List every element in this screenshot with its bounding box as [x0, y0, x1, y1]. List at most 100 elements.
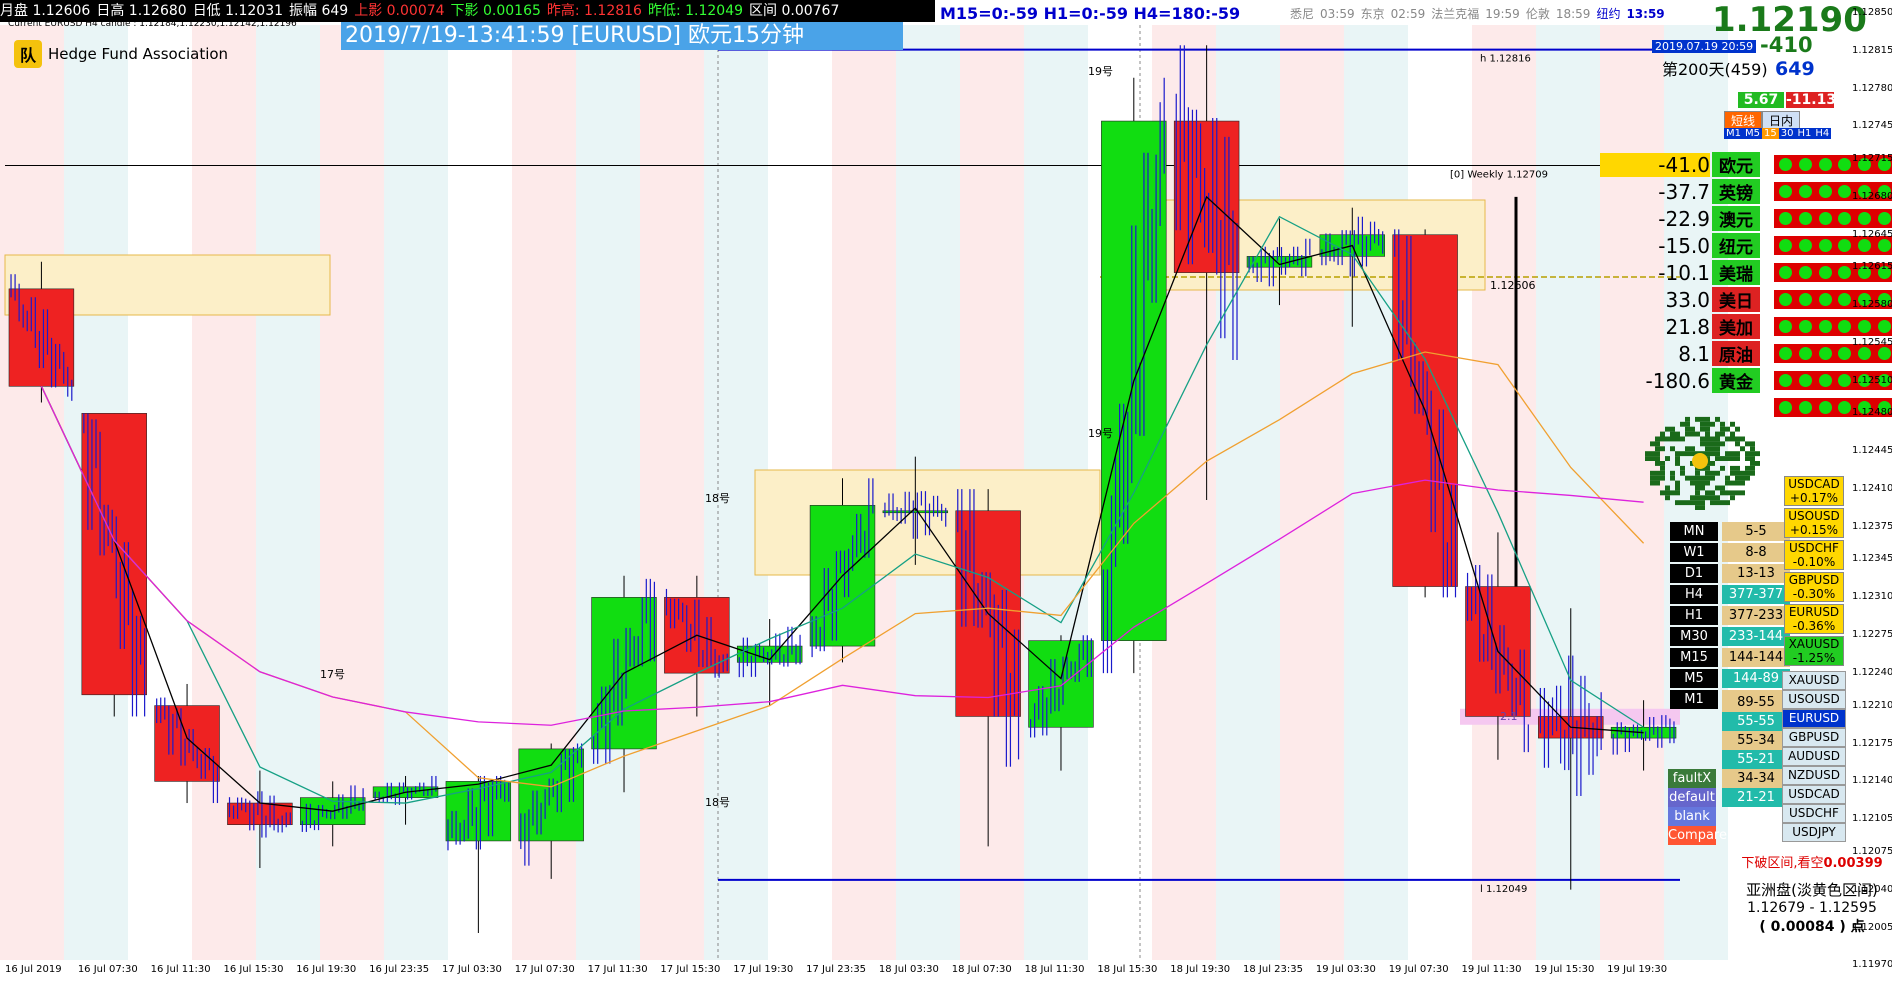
pair-item-audusd[interactable]: AUDUSD [1782, 747, 1846, 766]
price-tick-label: 1.12175 [1852, 737, 1892, 749]
tool-button-compare[interactable]: Compare [1668, 826, 1727, 845]
qr-module [1675, 456, 1680, 461]
tf-button-m5[interactable]: M5 [1743, 128, 1762, 139]
qr-module [1650, 475, 1655, 481]
qr-module [1645, 451, 1650, 457]
qr-module [1655, 475, 1660, 481]
qr-module [1705, 465, 1710, 471]
qr-module [1710, 490, 1715, 496]
qr-module [1675, 451, 1680, 457]
qr-module [1670, 426, 1675, 432]
qr-module [1730, 480, 1735, 486]
qr-module [1685, 431, 1690, 437]
pair-item-eurusd[interactable]: EURUSD [1782, 709, 1846, 728]
qr-module [1695, 505, 1700, 510]
qr-module [1730, 436, 1735, 442]
price-tick-label: 1.12645 [1852, 228, 1892, 240]
tf-label-m15[interactable]: M15 [1670, 648, 1718, 667]
pair-item-usousd[interactable]: USOUSD [1782, 690, 1846, 709]
pair-change-box[interactable]: GBPUSD -0.30% [1784, 572, 1844, 602]
qr-module [1705, 490, 1710, 496]
timeframe-buttons: M1 M5 15 30 H1 H4 [1724, 128, 1832, 139]
pair-change-box[interactable]: USDCAD +0.17% [1784, 476, 1844, 506]
pair-item-gbpusd[interactable]: GBPUSD [1782, 728, 1846, 747]
pair-change-box[interactable]: USDCHF -0.10% [1784, 540, 1844, 570]
qr-module [1670, 436, 1675, 442]
session-clocks: 悉尼 03:59 东京 02:59 法兰克福 19:59 伦敦 18:59 纽约 13:59 [1290, 5, 1671, 22]
strength-name: 澳元 [1712, 206, 1760, 231]
tf-button-30[interactable]: 30 [1778, 128, 1796, 139]
qr-module [1700, 426, 1705, 432]
tool-button-faultx[interactable]: faultX [1668, 769, 1716, 788]
tf-label-m30[interactable]: M30 [1670, 627, 1718, 646]
time-tick-label: 16 Jul 19:30 [296, 964, 357, 975]
weekly-level-label: [0] Weekly 1.12709 [1450, 169, 1548, 180]
pair-item-xauusd[interactable]: XAUUSD [1782, 671, 1846, 690]
session-city: 法兰克福 [1431, 7, 1480, 21]
qr-module [1690, 426, 1695, 432]
pair-name: USOUSD [1788, 509, 1840, 523]
session-time: 19:59 [1485, 7, 1520, 21]
tf-button-15[interactable]: 15 [1762, 128, 1779, 139]
signal-dot [1798, 239, 1812, 252]
qr-code [1645, 416, 1760, 510]
qr-module [1730, 490, 1735, 496]
qr-module [1650, 441, 1655, 447]
qr-module [1735, 480, 1740, 486]
qr-module [1695, 431, 1700, 437]
pair-item-usdchf[interactable]: USDCHF [1782, 804, 1846, 823]
qr-module [1660, 436, 1665, 442]
pair-item-usdjpy[interactable]: USDJPY [1782, 823, 1846, 842]
daily-stat: 日低 1.12031 [192, 3, 284, 19]
pair-change: +0.15% [1789, 523, 1839, 537]
price-tick-label: 1.12375 [1852, 521, 1892, 532]
signal-dot [1838, 185, 1852, 198]
qr-module [1735, 436, 1740, 442]
pair-change-box[interactable]: EURUSD -0.36% [1784, 604, 1844, 634]
time-tick-label: 19 Jul 11:30 [1461, 964, 1522, 975]
signal-dot [1779, 374, 1793, 387]
price-chart[interactable]: h 1.12816 l 1.12049 [0] Weekly 1.12709 1.12… [0, 0, 1850, 960]
time-tick-label: 16 Jul 11:30 [150, 964, 211, 975]
price-change: -410 [1760, 33, 1813, 57]
pair-change-box[interactable]: XAUUSD -1.25% [1784, 636, 1844, 666]
signal-dot [1798, 212, 1812, 225]
qr-module [1665, 426, 1670, 432]
qr-module [1700, 475, 1705, 481]
tf-label-d1[interactable]: D1 [1670, 564, 1718, 583]
qr-module [1715, 416, 1720, 422]
strength-row: -180.6 黄金 [1600, 368, 1892, 393]
tf-level-value: 377-377 [1722, 585, 1790, 604]
tf-label-m5[interactable]: M5 [1670, 669, 1718, 688]
pair-item-usdcad[interactable]: USDCAD [1782, 785, 1846, 804]
qr-module [1740, 475, 1745, 481]
tf-button-h4[interactable]: H4 [1813, 128, 1832, 139]
pair-change-box[interactable]: USOUSD +0.15% [1784, 508, 1844, 538]
qr-module [1660, 446, 1665, 452]
strength-value: 21.8 [1665, 314, 1710, 339]
tf-label-m1[interactable]: M1 [1670, 690, 1718, 709]
tool-button-default[interactable]: default [1668, 788, 1716, 807]
qr-module [1730, 421, 1735, 427]
time-tick-label: 18 Jul 15:30 [1097, 964, 1158, 975]
qr-module [1660, 490, 1665, 496]
tf-label-mn[interactable]: MN [1670, 522, 1718, 541]
tf-label-w1[interactable]: W1 [1670, 543, 1718, 562]
qr-module [1735, 441, 1740, 447]
time-tick-label: 17 Jul 19:30 [733, 964, 794, 975]
strength-row: 8.1 原油 [1600, 341, 1892, 366]
qr-module [1670, 446, 1675, 452]
signal-dot [1838, 401, 1852, 414]
tf-button-m1[interactable]: M1 [1724, 128, 1743, 139]
tf-label-h4[interactable]: H4 [1670, 585, 1718, 604]
tool-button-blank[interactable]: blank [1668, 807, 1716, 826]
signal-dot [1798, 320, 1812, 333]
qr-module [1700, 495, 1705, 501]
qr-module [1665, 485, 1670, 491]
day-mark-label: 18号 [705, 492, 730, 505]
qr-module [1720, 485, 1725, 491]
tf-label-h1[interactable]: H1 [1670, 606, 1718, 625]
pair-item-nzdusd[interactable]: NZDUSD [1782, 766, 1846, 785]
current-candle-label: Current EURUSD H4 candle : 1.12184,1.122… [8, 19, 297, 29]
tf-button-h1[interactable]: H1 [1795, 128, 1814, 139]
